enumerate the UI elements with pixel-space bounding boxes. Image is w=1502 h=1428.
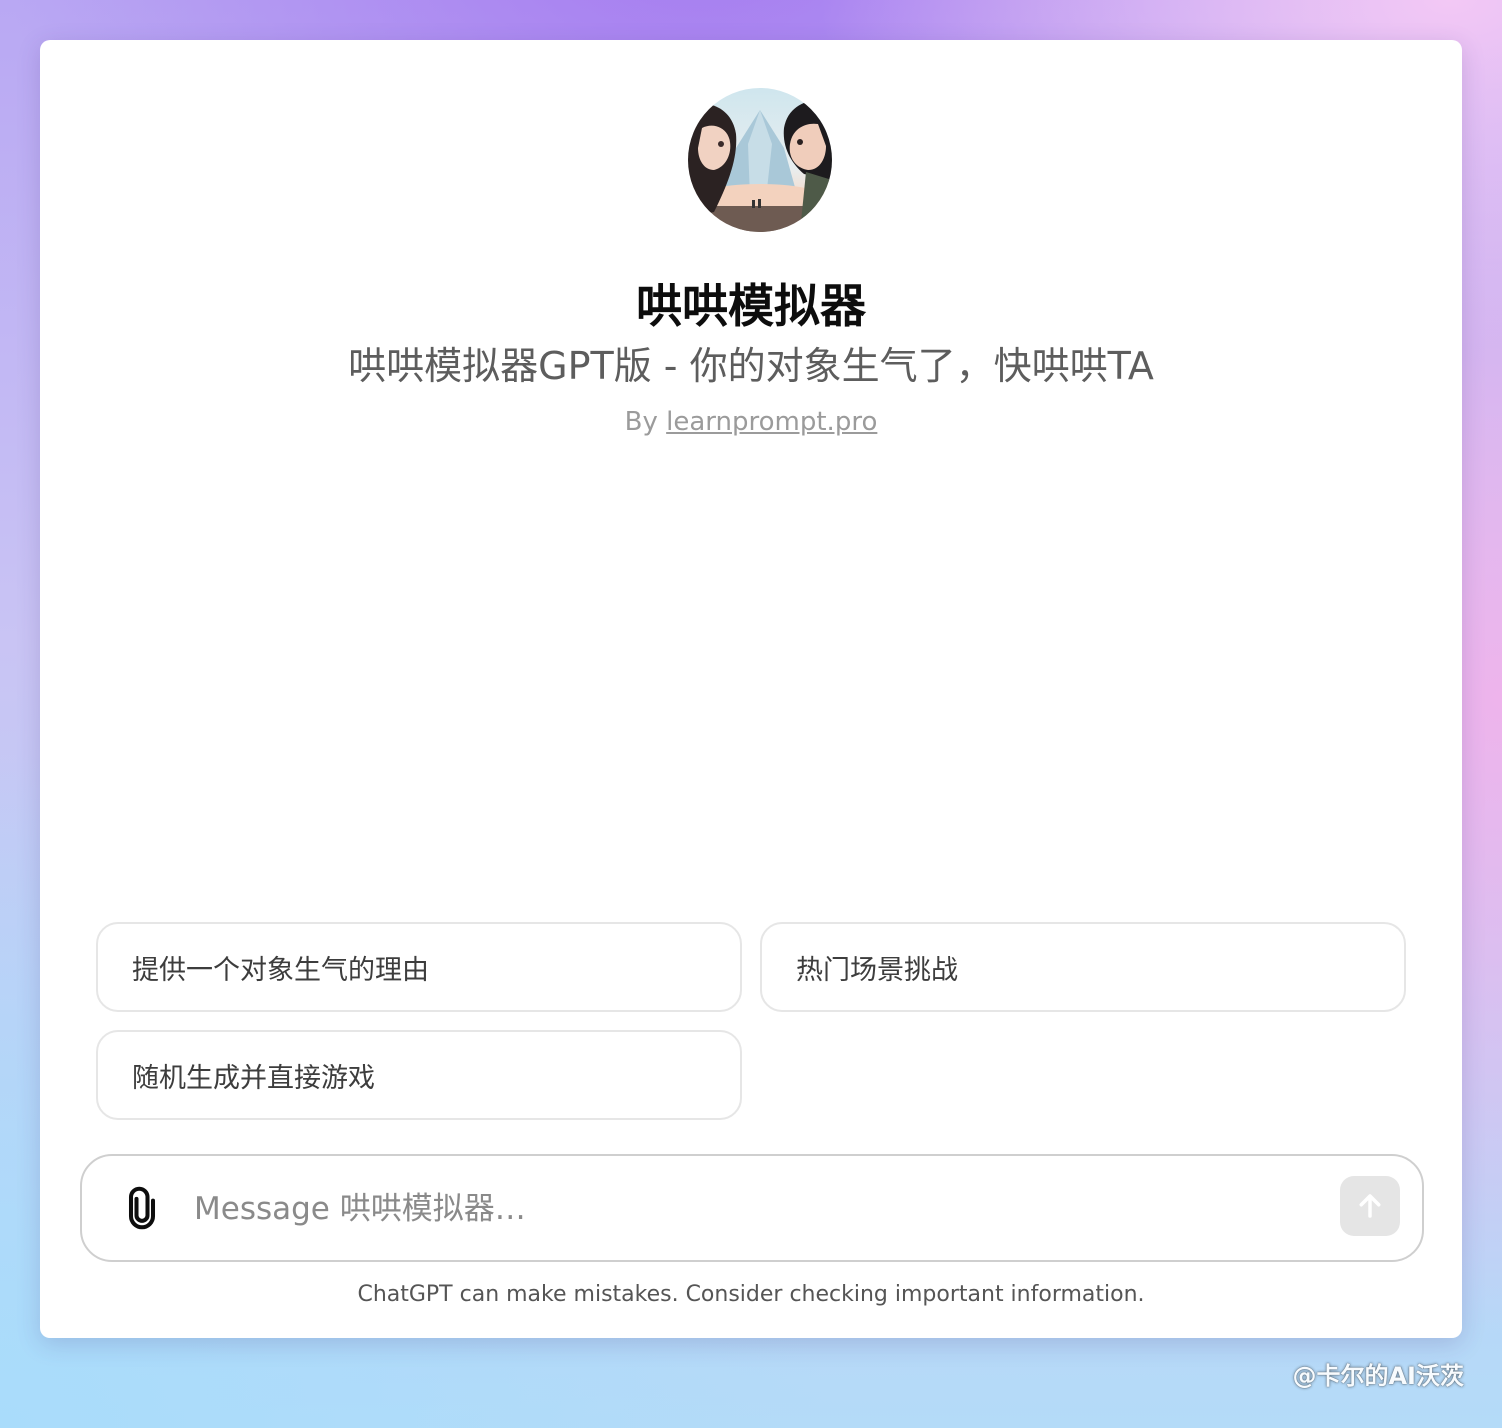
arrow-up-icon [1359,1194,1381,1218]
conversation-starter-button[interactable]: 提供一个对象生气的理由 [96,922,742,1012]
gpt-avatar [688,88,832,232]
conversation-starter-button[interactable]: 随机生成并直接游戏 [96,1030,742,1120]
gpt-description: 哄哄模拟器GPT版 - 你的对象生气了，快哄哄TA [348,344,1154,388]
gpt-title: 哄哄模拟器 [636,279,866,333]
gpt-chat-panel: 哄哄模拟器 哄哄模拟器GPT版 - 你的对象生气了，快哄哄TA By learn… [40,40,1462,1338]
message-input[interactable] [192,1180,1326,1238]
couple-illustration-avatar [688,88,832,232]
conversation-starter-label: 热门场景挑战 [796,954,958,986]
watermark: @卡尔的AI沃茨 [1292,1362,1464,1390]
message-composer [80,1154,1424,1262]
author-link[interactable]: learnprompt.pro [666,407,877,437]
conversation-starter-label: 提供一个对象生气的理由 [132,954,429,986]
disclaimer-text: ChatGPT can make mistakes. Consider chec… [357,1282,1145,1307]
gpt-byline: By learnprompt.pro [40,404,1462,440]
byline-prefix: By [624,407,667,437]
send-button[interactable] [1340,1176,1400,1236]
conversation-starter-button[interactable]: 热门场景挑战 [760,922,1406,1012]
paperclip-icon[interactable] [120,1186,164,1230]
conversation-starter-label: 随机生成并直接游戏 [132,1062,375,1094]
